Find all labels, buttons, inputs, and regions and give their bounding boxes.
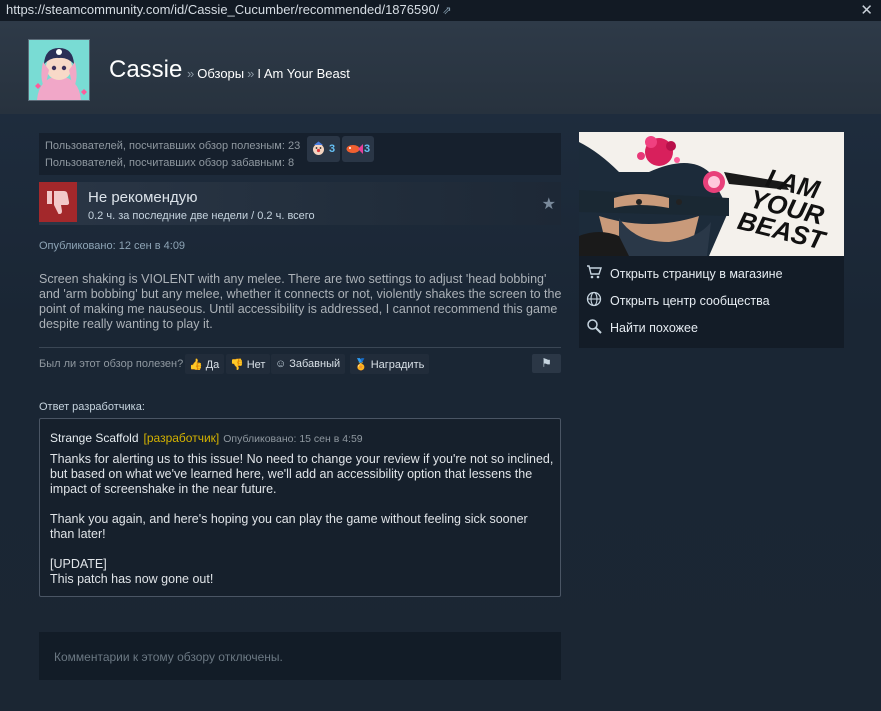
review-verdict-header: Не рекомендую 0.2 ч. за последние две не…	[39, 182, 561, 225]
persona-name[interactable]: Cassie	[109, 56, 182, 84]
developer-posted-date: Опубликовано: 15 сен в 4:59	[223, 433, 363, 445]
funny-count-text: Пользователей, посчитавших обзор забавны…	[45, 157, 295, 169]
store-page-label: Открыть страницу в магазине	[610, 267, 783, 281]
community-hub-link[interactable]: Открыть центр сообщества	[579, 289, 844, 316]
vote-yes-label: Да	[205, 359, 220, 371]
developer-response-text: Thanks for alerting us to this issue! No…	[50, 452, 555, 587]
flag-icon: ⚑	[541, 356, 552, 370]
developer-tag: [разработчик]	[143, 431, 220, 445]
award-ribbon-icon: 🏅	[354, 359, 368, 371]
url-bar[interactable]: https://steamcommunity.com/id/Cassie_Cuc…	[0, 0, 881, 21]
breadcrumb-game-link[interactable]: I Am Your Beast	[257, 66, 350, 81]
fish-award-icon	[345, 143, 363, 158]
thumbs-up-icon: 👍	[189, 359, 203, 371]
award-button[interactable]: 🏅 Наградить	[350, 354, 430, 374]
breadcrumb: » Обзоры» I Am Your Beast	[184, 66, 350, 81]
star-icon[interactable]: ★	[542, 194, 556, 214]
breadcrumb-reviews-link[interactable]: Обзоры	[197, 66, 244, 81]
search-icon	[585, 318, 603, 337]
smiley-icon: ☺	[275, 358, 287, 370]
award-badge[interactable]: 3	[307, 136, 340, 162]
comments-disabled-notice: Комментарии к этому обзору отключены.	[39, 632, 561, 680]
developer-response-box: Strange Scaffold [разработчик] Опубликован…	[39, 418, 561, 597]
globe-icon	[585, 291, 603, 310]
vote-funny-label: Забавный	[289, 358, 341, 370]
clown-award-icon	[311, 141, 326, 159]
vote-no-label: Нет	[246, 359, 266, 371]
vote-yes-button[interactable]: 👍 Да	[185, 354, 225, 374]
developer-paragraph: [UPDATE] This patch has now gone out!	[50, 557, 214, 586]
helpful-count-text: Пользователей, посчитавших обзор полезны…	[45, 140, 301, 152]
review-verdict-title: Не рекомендую	[88, 189, 198, 206]
developer-paragraph: Thank you again, and here's hoping you c…	[50, 512, 528, 541]
playtime-hours: 0.2 ч. за последние две недели / 0.2 ч. …	[88, 210, 315, 222]
profile-header: Cassie » Обзоры» I Am Your Beast	[0, 21, 881, 115]
developer-paragraph: Thanks for alerting us to this issue! No…	[50, 452, 554, 496]
award-badge[interactable]: 3	[342, 136, 374, 162]
sidebar-links: Открыть страницу в магазине Открыть цент…	[579, 262, 844, 343]
award-count: 3	[364, 143, 371, 155]
find-similar-label: Найти похожее	[610, 321, 698, 335]
breadcrumb-separator: »	[187, 66, 195, 81]
posted-date: Опубликовано: 12 сен в 4:09	[39, 240, 186, 252]
report-flag-button[interactable]: ⚑	[532, 354, 561, 373]
award-count: 3	[329, 143, 336, 155]
cart-icon	[585, 264, 603, 282]
developer-response-label: Ответ разработчика:	[39, 401, 145, 413]
vote-funny-button[interactable]: ☺ Забавный	[271, 354, 346, 374]
close-icon[interactable]: ✕	[860, 1, 873, 19]
community-hub-label: Открыть центр сообщества	[610, 294, 770, 308]
avatar[interactable]	[28, 39, 90, 101]
vote-no-button[interactable]: 👎 Нет	[226, 354, 271, 374]
divider	[39, 347, 561, 348]
thumbs-down-icon: 👎	[230, 359, 244, 371]
rating-summary: Пользователей, посчитавших обзор полезны…	[39, 133, 561, 175]
game-sidebar: I AM YOUR BEAST Открыть страницу в магаз…	[579, 132, 844, 348]
review-text: Screen shaking is VIOLENT with any melee…	[39, 272, 562, 331]
store-page-link[interactable]: Открыть страницу в магазине	[579, 262, 844, 289]
thumbs-down-icon	[39, 182, 77, 222]
developer-response-header: Strange Scaffold [разработчик] Опубликован…	[50, 431, 363, 445]
game-capsule-image[interactable]: I AM YOUR BEAST	[579, 132, 844, 256]
breadcrumb-separator: »	[247, 66, 255, 81]
url-text[interactable]: https://steamcommunity.com/id/Cassie_Cuc…	[6, 2, 439, 17]
find-similar-link[interactable]: Найти похожее	[579, 316, 844, 343]
award-label: Наградить	[370, 359, 425, 371]
external-link-icon[interactable]: ⇗	[442, 5, 451, 17]
helpful-question: Был ли этот обзор полезен?	[39, 358, 184, 370]
developer-name: Strange Scaffold	[50, 431, 139, 445]
